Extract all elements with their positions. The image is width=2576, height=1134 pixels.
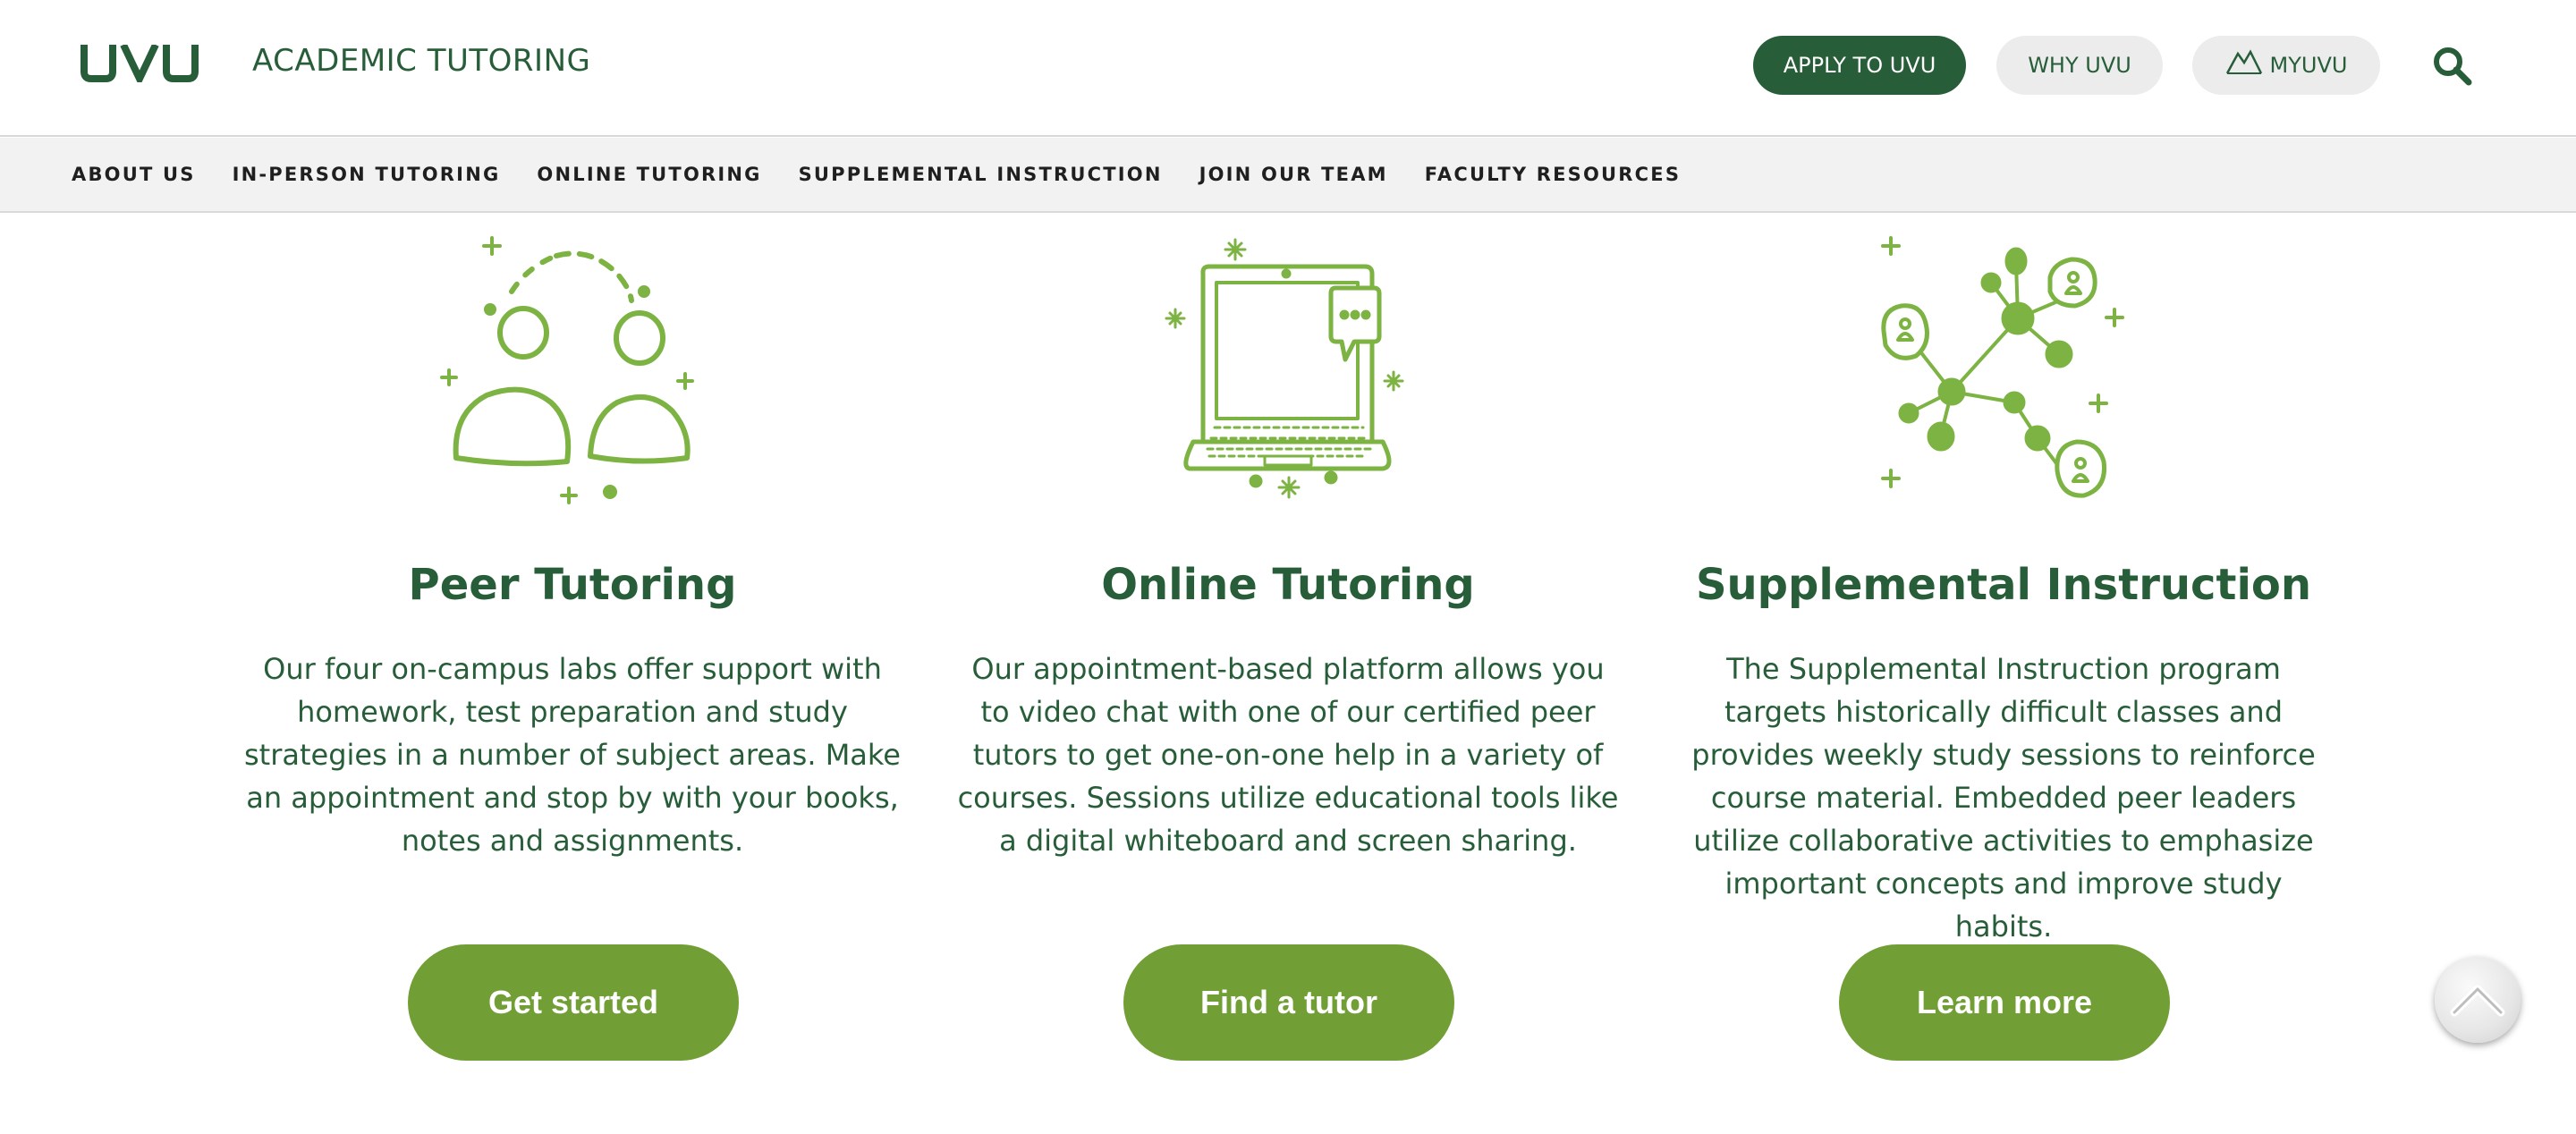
search-icon[interactable] <box>2431 45 2472 86</box>
online-tutoring-title: Online Tutoring <box>1101 560 1475 610</box>
peer-tutoring-title: Peer Tutoring <box>408 560 737 610</box>
supplemental-instruction-description: The Supplemental Instruction program tar… <box>1691 652 2316 944</box>
online-tutoring-description: Our appointment-based platform allows yo… <box>957 652 1619 858</box>
myuvu-button[interactable]: MYUVU <box>2192 36 2380 95</box>
chevron-up-icon <box>2450 985 2505 1017</box>
page: ACADEMIC TUTORING APPLY TO UVU WHY UVU M… <box>0 0 2576 1134</box>
main-nav: ABOUT US IN-PERSON TUTORING ONLINE TUTOR… <box>0 138 2576 213</box>
get-started-button[interactable]: Get started <box>408 944 739 1061</box>
peer-tutoring-illustration-icon <box>440 236 694 504</box>
nav-item-online-tutoring[interactable]: ONLINE TUTORING <box>537 164 761 185</box>
myuvu-label: MYUVU <box>2269 53 2348 78</box>
nav-item-supplemental-instruction[interactable]: SUPPLEMENTAL INSTRUCTION <box>799 164 1163 185</box>
find-a-tutor-button[interactable]: Find a tutor <box>1123 944 1454 1061</box>
learn-more-button[interactable]: Learn more <box>1839 944 2170 1061</box>
nav-item-join-our-team[interactable]: JOIN OUR TEAM <box>1199 164 1388 185</box>
site-title[interactable]: ACADEMIC TUTORING <box>252 43 590 79</box>
uvu-logo[interactable] <box>79 45 200 82</box>
peer-tutoring-description: Our four on-campus labs offer support wi… <box>244 652 901 858</box>
nav-item-faculty-resources[interactable]: FACULTY RESOURCES <box>1425 164 1681 185</box>
site-header: ACADEMIC TUTORING APPLY TO UVU WHY UVU M… <box>0 0 2576 137</box>
why-uvu-button[interactable]: WHY UVU <box>1996 36 2163 95</box>
laptop-chat-illustration-icon <box>1165 238 1404 499</box>
nav-item-in-person-tutoring[interactable]: IN-PERSON TUTORING <box>233 164 501 185</box>
nav-item-about-us[interactable]: ABOUT US <box>72 164 196 185</box>
supplemental-instruction-title: Supplemental Instruction <box>1695 560 2312 610</box>
back-to-top-button[interactable] <box>2435 957 2521 1043</box>
apply-button[interactable]: APPLY TO UVU <box>1753 36 1966 95</box>
myuvu-mountain-icon <box>2225 49 2262 74</box>
network-illustration-icon <box>1881 236 2124 498</box>
